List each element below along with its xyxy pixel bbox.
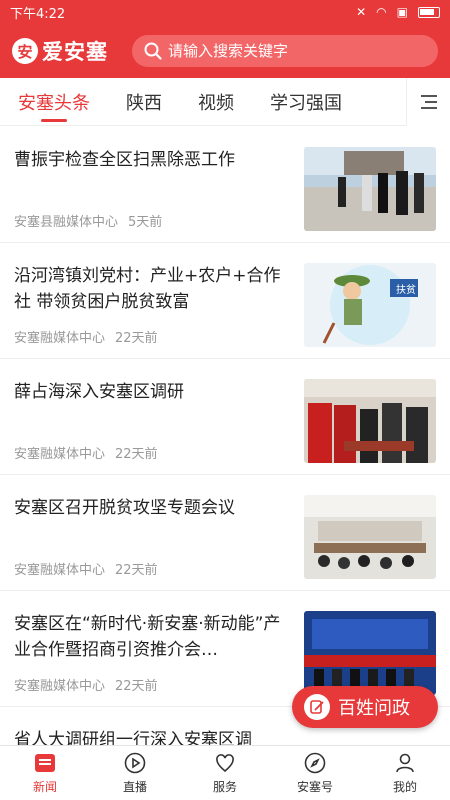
- logo-mark: 安: [12, 38, 38, 64]
- nav-ansai-account[interactable]: 安塞号: [270, 746, 360, 800]
- news-icon: [35, 754, 55, 772]
- sim-icon: ▣: [396, 5, 408, 19]
- news-item[interactable]: 曹振宇检查全区扫黑除恶工作 安塞县融媒体中心 5天前: [0, 127, 450, 243]
- nav-label: 直播: [122, 780, 147, 794]
- app-header: 下午4:22 ✕ ◠ ▣ 安 爱安塞: [0, 0, 450, 78]
- nav-live[interactable]: 直播: [90, 746, 180, 800]
- nav-service[interactable]: 服务: [180, 746, 270, 800]
- news-source: 安塞县融媒体中心: [14, 215, 119, 230]
- logo-text: 爱安塞: [42, 39, 108, 64]
- news-thumbnail: [304, 147, 436, 231]
- news-title: 沿河湾镇刘党村：产业+农户+合作社 带领贫困户脱贫致富: [14, 266, 281, 312]
- news-source: 安塞融媒体中心: [14, 563, 106, 578]
- news-thumbnail: 扶贫: [304, 263, 436, 347]
- user-icon: [396, 753, 414, 773]
- news-time: 22天前: [115, 331, 158, 346]
- fab-label: 百姓问政: [338, 698, 410, 719]
- news-time: 22天前: [115, 447, 158, 462]
- edit-icon: [304, 694, 330, 720]
- tab-shaanxi[interactable]: 陕西: [108, 78, 180, 126]
- app-logo[interactable]: 安 爱安塞: [12, 36, 130, 66]
- live-icon: [124, 752, 146, 774]
- nav-label: 我的: [392, 780, 417, 794]
- svg-text:扶贫: 扶贫: [396, 283, 416, 296]
- news-item[interactable]: 沿河湾镇刘党村：产业+农户+合作社 带领贫困户脱贫致富 安塞融媒体中心 22天前…: [0, 243, 450, 359]
- tab-video[interactable]: 视频: [180, 78, 252, 126]
- news-item[interactable]: 安塞区召开脱贫攻坚专题会议 安塞融媒体中心 22天前: [0, 475, 450, 591]
- news-thumbnail: [304, 379, 436, 463]
- news-source: 安塞融媒体中心: [14, 331, 106, 346]
- search-icon: [144, 42, 162, 60]
- news-title: 曹振宇检查全区扫黑除恶工作: [14, 150, 235, 170]
- news-source: 安塞融媒体中心: [14, 447, 106, 462]
- channel-tabs: 安塞头条 陕西 视频 学习强国: [0, 78, 450, 126]
- news-time: 22天前: [115, 563, 158, 578]
- tab-xuexi-qiangguo[interactable]: 学习强国: [252, 78, 360, 126]
- bottom-nav: 新闻 直播 服务 安塞号 我的: [0, 745, 450, 800]
- channel-menu-button[interactable]: [406, 78, 450, 126]
- news-item[interactable]: 薛占海深入安塞区调研 安塞融媒体中心 22天前: [0, 359, 450, 475]
- nav-label: 安塞号: [296, 780, 333, 794]
- news-title: 安塞区在“新时代·新安塞·新动能”产业合作暨招商引资推介会…: [14, 614, 281, 660]
- menu-icon: [420, 95, 437, 109]
- status-bar: 下午4:22 ✕ ◠ ▣: [0, 0, 450, 24]
- news-title: 省人大调研组一行深入安塞区调: [14, 730, 252, 745]
- news-source: 安塞融媒体中心: [14, 679, 106, 694]
- citizen-inquiry-button[interactable]: 百姓问政: [292, 686, 438, 728]
- news-time: 22天前: [115, 679, 158, 694]
- news-title: 安塞区召开脱贫攻坚专题会议: [14, 498, 235, 518]
- tab-ansai-headlines[interactable]: 安塞头条: [0, 78, 108, 126]
- mute-icon: ✕: [356, 5, 367, 19]
- nav-profile[interactable]: 我的: [360, 746, 450, 800]
- compass-icon: [304, 752, 326, 774]
- status-time: 下午4:22: [10, 6, 66, 22]
- search-input[interactable]: [168, 42, 426, 60]
- service-icon: [216, 754, 234, 773]
- search-bar[interactable]: [132, 35, 438, 67]
- wifi-icon: ◠: [376, 5, 387, 19]
- news-time: 5天前: [128, 215, 163, 230]
- nav-label: 新闻: [32, 780, 57, 794]
- news-feed: 曹振宇检查全区扫黑除恶工作 安塞县融媒体中心 5天前 沿河湾镇刘党村：产业+农户…: [0, 127, 450, 745]
- news-thumbnail: [304, 611, 436, 695]
- nav-news[interactable]: 新闻: [0, 746, 90, 800]
- battery-icon: [418, 6, 440, 18]
- nav-label: 服务: [212, 780, 237, 794]
- news-thumbnail: [304, 495, 436, 579]
- news-title: 薛占海深入安塞区调研: [14, 382, 184, 402]
